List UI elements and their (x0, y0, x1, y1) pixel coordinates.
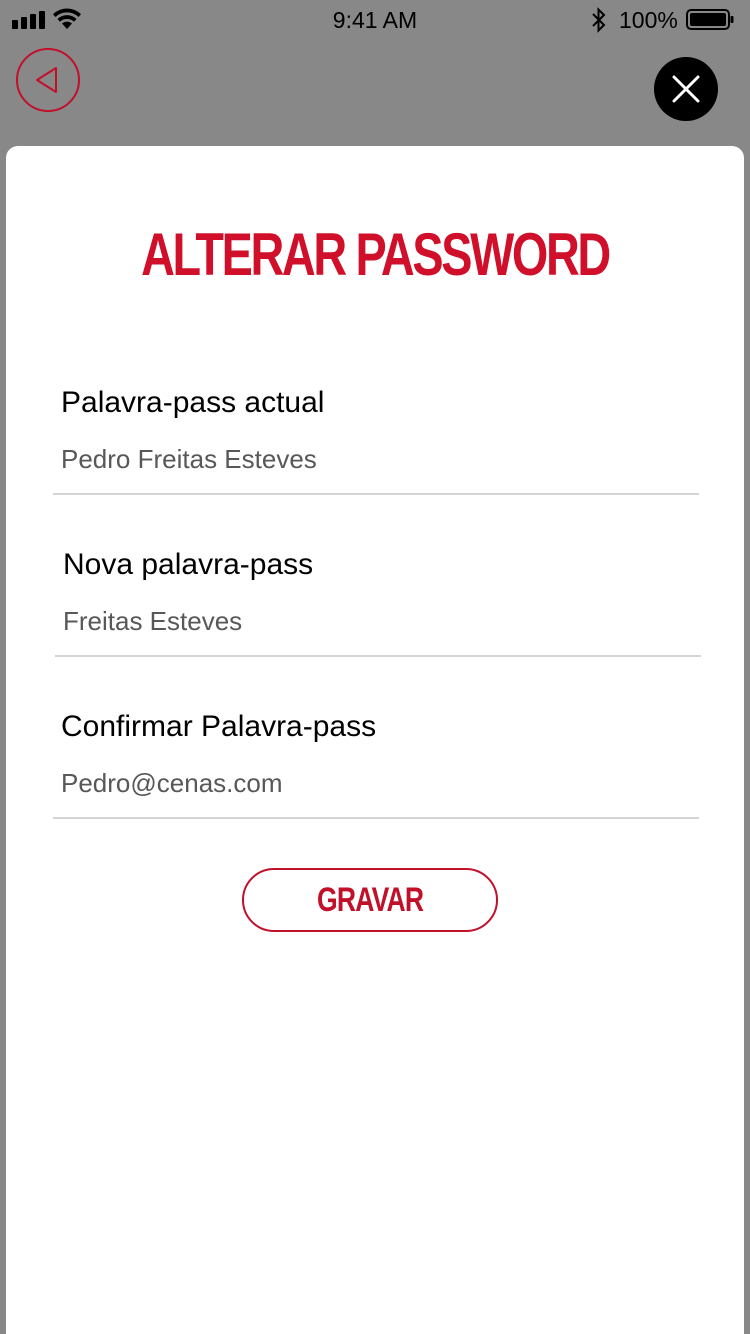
new-password-input[interactable] (63, 604, 693, 638)
field-divider (53, 493, 699, 495)
change-password-sheet: ALTERAR PASSWORD Palavra-pass actual Nov… (6, 146, 744, 1334)
back-button[interactable] (16, 48, 80, 112)
back-arrow-icon (36, 67, 57, 93)
field-divider (55, 655, 701, 657)
bluetooth-icon (590, 7, 608, 38)
new-password-label: Nova palavra-pass (63, 548, 314, 581)
battery-icon (686, 9, 734, 30)
save-button-label: GRAVAR (316, 881, 424, 919)
confirm-password-input[interactable] (61, 766, 691, 800)
close-button[interactable] (654, 57, 718, 121)
page-title: ALTERAR PASSWORD (141, 221, 611, 288)
close-icon (672, 75, 700, 103)
status-bar: 9:41 AM 100% (0, 0, 750, 40)
current-password-label: Palavra-pass actual (61, 386, 325, 419)
screen: 9:41 AM 100% ALTERAR PASSWORD Palavra-pa… (0, 0, 750, 1334)
save-button[interactable]: GRAVAR (242, 868, 498, 932)
battery-percent: 100% (619, 7, 678, 33)
current-password-input[interactable] (61, 442, 691, 476)
field-divider (53, 817, 699, 819)
confirm-password-label: Confirmar Palavra-pass (61, 710, 377, 743)
